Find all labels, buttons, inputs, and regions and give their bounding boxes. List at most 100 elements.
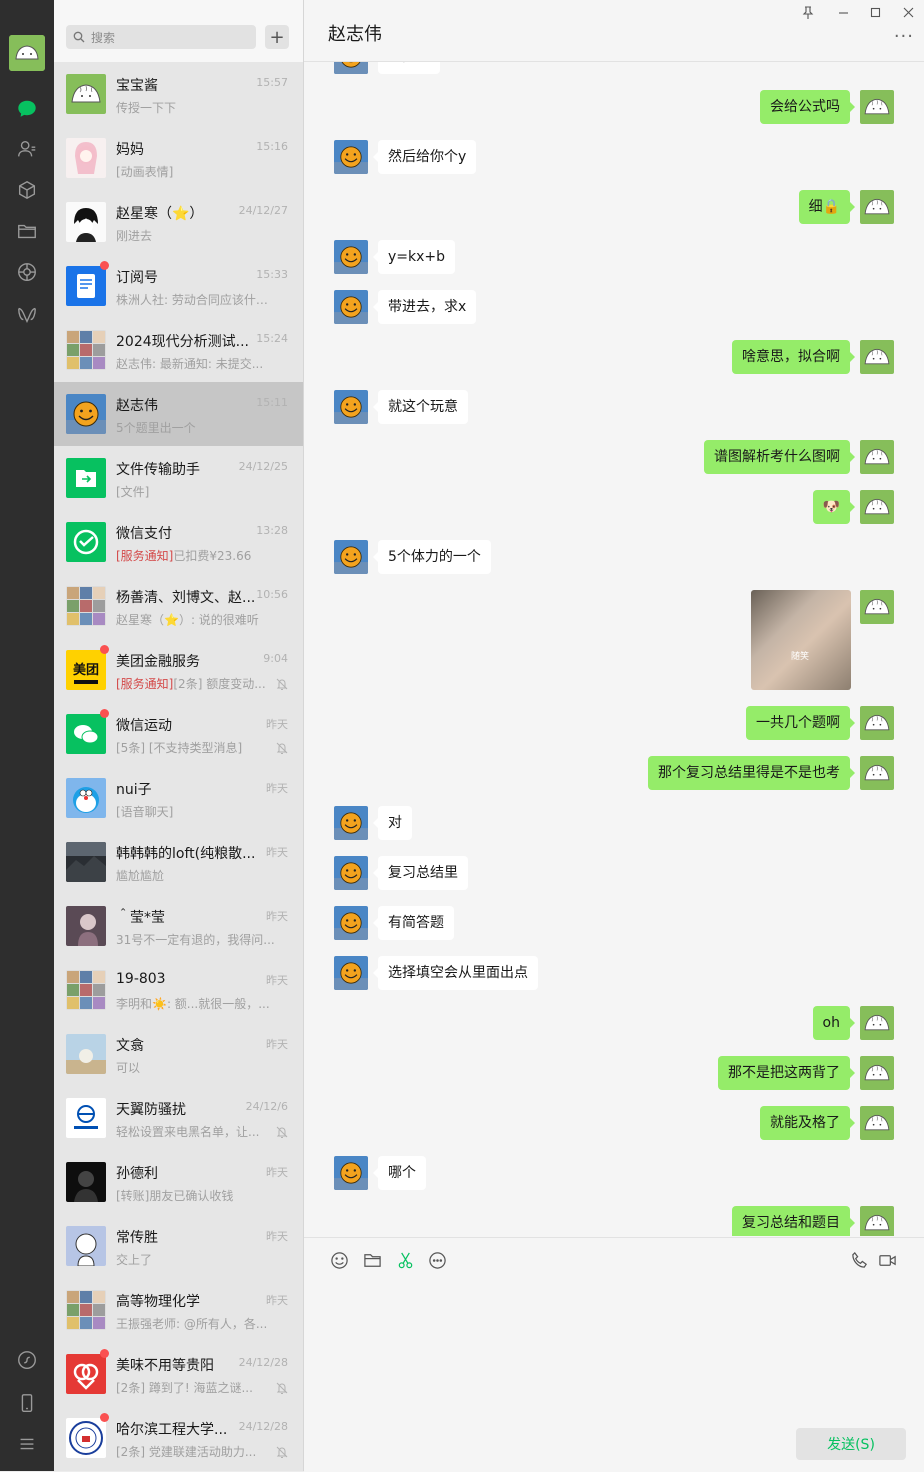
mini-programs-icon[interactable] <box>13 1346 41 1374</box>
avatar[interactable] <box>66 970 106 1010</box>
avatar[interactable] <box>66 1290 106 1330</box>
avatar[interactable] <box>334 956 368 990</box>
conversation-item[interactable]: 文件传输助手 24/12/25 [文件] <box>54 446 303 510</box>
close-icon[interactable] <box>900 5 916 19</box>
message-bubble[interactable]: 有简答题 <box>373 906 454 940</box>
phone-icon[interactable] <box>13 1389 41 1417</box>
my-avatar[interactable] <box>9 35 45 71</box>
conversation-item[interactable]: 19-803 昨天 李明和☀️: 额...就很一般，... <box>54 958 303 1022</box>
avatar[interactable] <box>860 440 894 474</box>
avatar[interactable] <box>860 90 894 124</box>
conversation-item[interactable]: 孙德利 昨天 [转账]朋友已确认收钱 <box>54 1150 303 1214</box>
avatar[interactable] <box>334 856 368 890</box>
message-bubble[interactable]: 细🔒 <box>798 190 856 224</box>
avatar[interactable] <box>66 1098 106 1138</box>
message-bubble[interactable]: y=kx+b <box>372 240 456 274</box>
message-bubble[interactable]: 一共几个题啊 <box>746 706 855 740</box>
voice-call-icon[interactable] <box>849 1250 869 1270</box>
avatar[interactable] <box>860 190 894 224</box>
message-bubble[interactable]: 选择填空会从里面出点 <box>373 956 538 990</box>
avatar[interactable] <box>66 1162 106 1202</box>
avatar[interactable] <box>66 266 106 306</box>
conversation-item[interactable]: 美味不用等贵阳 24/12/28 [2条] 蹲到了! 海蓝之谜... <box>54 1342 303 1406</box>
channels-icon[interactable] <box>13 301 41 329</box>
chat-icon[interactable] <box>13 95 41 123</box>
message-bubble[interactable]: 那不是把这两背了 <box>718 1056 855 1090</box>
avatar[interactable] <box>66 522 106 562</box>
avatar[interactable] <box>860 590 894 624</box>
conversation-item[interactable]: 赵志伟 15:11 5个题里出一个 <box>54 382 303 446</box>
maximize-icon[interactable] <box>867 5 883 19</box>
avatar[interactable] <box>334 62 368 74</box>
avatar[interactable] <box>860 1006 894 1040</box>
avatar[interactable] <box>66 906 106 946</box>
avatar[interactable] <box>66 1418 106 1458</box>
conversation-item[interactable]: 杨善清、刘博文、赵... 10:56 赵星寒（⭐）: 说的很难听 <box>54 574 303 638</box>
avatar[interactable] <box>66 202 106 242</box>
avatar[interactable] <box>66 458 106 498</box>
conversation-item[interactable]: 文翕 昨天 可以 <box>54 1022 303 1086</box>
scissors-icon[interactable] <box>395 1250 415 1270</box>
message-bubble[interactable]: 谱图解析考什么图啊 <box>704 440 855 474</box>
avatar[interactable] <box>334 806 368 840</box>
more-button[interactable]: ··· <box>894 26 914 47</box>
message-bubble[interactable]: 复习总结和题目 <box>732 1206 855 1236</box>
message-bubble[interactable]: 啥意思，拟合啊 <box>732 340 855 374</box>
conversation-item[interactable]: 天翼防骚扰 24/12/6 轻松设置来电黑名单，让... <box>54 1086 303 1150</box>
avatar[interactable] <box>334 906 368 940</box>
send-button[interactable]: 发送(S) <box>796 1428 906 1460</box>
avatar[interactable] <box>66 394 106 434</box>
avatar[interactable] <box>334 540 368 574</box>
message-bubble[interactable]: 带进去，求x <box>372 290 477 324</box>
avatar[interactable] <box>334 390 368 424</box>
message-bubble[interactable]: 哪个 <box>373 1156 426 1190</box>
conversation-item[interactable]: 美团 美团金融服务 9:04 [服务通知][2条] 额度变动... <box>54 638 303 702</box>
avatar[interactable] <box>66 1354 106 1394</box>
avatar[interactable] <box>66 778 106 818</box>
image-message[interactable]: 随笑 <box>751 590 851 690</box>
avatar[interactable] <box>860 756 894 790</box>
message-bubble[interactable]: 对 <box>373 806 412 840</box>
message-bubble[interactable]: 就这个玩意 <box>373 390 468 424</box>
conversation-item[interactable]: 2024现代分析测试... 15:24 赵志伟: 最新通知: 未提交... <box>54 318 303 382</box>
video-call-icon[interactable] <box>877 1250 897 1270</box>
emoji-icon[interactable] <box>329 1250 349 1270</box>
menu-icon[interactable] <box>13 1430 41 1458</box>
add-button[interactable]: + <box>265 25 289 49</box>
moments-icon[interactable] <box>13 258 41 286</box>
favorites-icon[interactable] <box>13 176 41 204</box>
message-bubble[interactable]: 的曲线 <box>378 62 440 74</box>
message-bubble[interactable]: 会给公式吗 <box>760 90 855 124</box>
files-icon[interactable] <box>13 217 41 245</box>
message-bubble[interactable]: 🐶 <box>812 490 856 524</box>
conversation-item[interactable]: 哈尔滨工程大学... 24/12/28 [2条] 党建联建活动助力... <box>54 1406 303 1470</box>
conversation-item[interactable]: 韩韩韩的loft(纯粮散... 昨天 尴尬尴尬 <box>54 830 303 894</box>
folder-icon[interactable] <box>362 1250 382 1270</box>
conversation-item[interactable]: 赵星寒（⭐） 24/12/27 刚进去 <box>54 190 303 254</box>
conversation-item[interactable]: 微信运动 昨天 [5条] [不支持类型消息] <box>54 702 303 766</box>
avatar[interactable] <box>66 842 106 882</box>
conversation-item[interactable]: 常传胜 昨天 交上了 <box>54 1214 303 1278</box>
avatar[interactable] <box>334 1156 368 1190</box>
search-input[interactable]: 搜索 <box>66 25 256 49</box>
avatar[interactable] <box>334 240 368 274</box>
message-bubble[interactable]: oh <box>812 1006 856 1040</box>
message-bubble[interactable]: 复习总结里 <box>373 856 468 890</box>
avatar[interactable] <box>860 340 894 374</box>
conversation-item[interactable]: 高等物理化学 昨天 王振强老师: @所有人，各... <box>54 1278 303 1342</box>
avatar[interactable] <box>860 1206 894 1236</box>
avatar[interactable] <box>860 490 894 524</box>
chat-history-icon[interactable] <box>427 1250 447 1270</box>
avatar[interactable] <box>66 586 106 626</box>
message-list[interactable]: 的曲线会给公式吗然后给你个y 细🔒 y=kx+b 带进去，求x 啥意思，拟合啊就这个玩意… <box>304 62 924 1236</box>
conversation-item[interactable]: 妈妈 15:16 [动画表情] <box>54 126 303 190</box>
pin-icon[interactable] <box>800 5 816 19</box>
conversation-item[interactable]: ＾莹*莹 昨天 31号不一定有退的，我得问... <box>54 894 303 958</box>
minimize-icon[interactable] <box>835 5 851 19</box>
avatar[interactable] <box>66 714 106 754</box>
avatar[interactable] <box>66 138 106 178</box>
avatar[interactable] <box>66 74 106 114</box>
avatar[interactable] <box>860 1056 894 1090</box>
avatar[interactable] <box>66 330 106 370</box>
conversation-item[interactable]: 微信支付 13:28 [服务通知]已扣费¥23.66 <box>54 510 303 574</box>
